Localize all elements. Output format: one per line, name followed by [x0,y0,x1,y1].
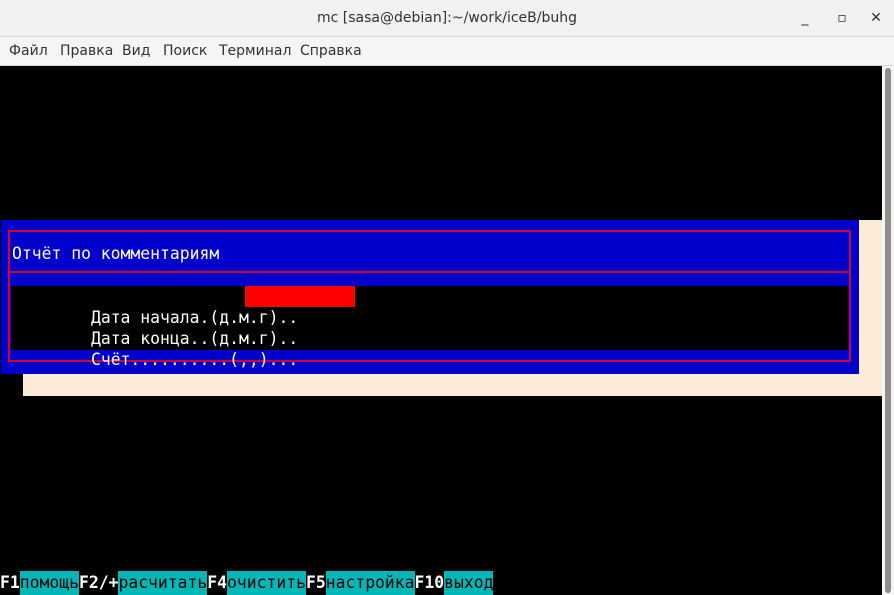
menu-search[interactable]: Поиск [163,37,207,65]
field-start-date[interactable]: Дата начала.(д.м.г).. [12,286,355,327]
start-date-input[interactable] [245,286,355,307]
menubar: Файл Правка Вид Поиск Терминал Справка [0,37,894,66]
menu-help[interactable]: Справка [300,37,362,65]
scrollbar-thumb[interactable] [885,68,891,593]
help-button[interactable]: помощь [19,571,79,595]
fkey-f2: F2/+ [78,571,119,595]
calculate-button[interactable]: расчитать [118,571,208,595]
window-titlebar[interactable]: mc [sasa@debian]:~/work/iceB/buhg _ ▫ ✕ [0,0,894,37]
close-icon[interactable]: ✕ [864,6,888,30]
field-account-label: Счёт..........(,,)... [90,350,299,369]
fkey-f5: F5 [305,571,326,595]
dialog-title: Отчёт по комментариям [12,244,220,263]
menu-file[interactable]: Файл [9,37,48,65]
menu-terminal[interactable]: Терминал [219,37,291,65]
settings-button[interactable]: настройка [325,571,415,595]
clear-button[interactable]: очистить [227,571,306,595]
menu-view[interactable]: Вид [122,37,150,65]
fkey-f4: F4 [207,571,228,595]
report-dialog: Отчёт по комментариям Дата начала.(д.м.г… [1,220,859,374]
field-end-date[interactable]: Дата конца..(д.м.г).. [12,307,298,348]
minimize-icon[interactable]: _ [793,6,817,30]
window-title: mc [sasa@debian]:~/work/iceB/buhg [317,10,577,26]
fkey-f1: F1 [0,571,20,595]
menu-edit[interactable]: Правка [60,37,113,65]
terminal-screen[interactable]: Отчёт по комментариям Дата начала.(д.м.г… [0,66,882,595]
dialog-fields: Дата начала.(д.м.г).. Дата конца..(д.м.г… [11,286,848,369]
fkey-f10: F10 [414,571,445,595]
terminal-scrollbar[interactable] [882,66,894,595]
exit-button[interactable]: выход [444,571,494,595]
field-account[interactable]: Счёт..........(,,)... [12,328,298,369]
maximize-icon[interactable]: ▫ [830,6,854,30]
dialog-separator [10,271,849,273]
function-key-bar: F1 помощь F2/+ расчитать F4 очистить F5 … [0,571,494,595]
